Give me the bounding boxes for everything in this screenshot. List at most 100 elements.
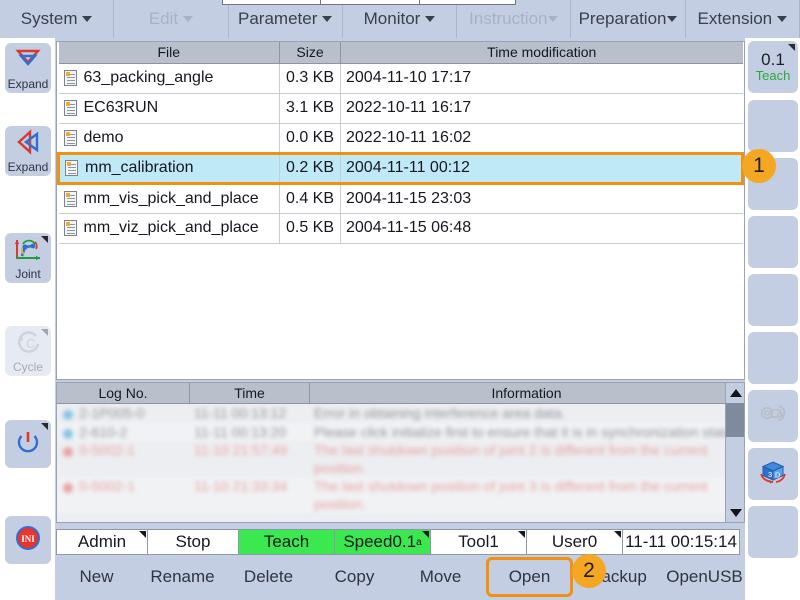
status-user-frame[interactable]: User0 <box>526 529 623 555</box>
sidebar-button-expand-down[interactable]: Expand <box>5 43 51 93</box>
teach-speed-value: 0.1 <box>761 50 785 70</box>
corner-marker-icon <box>614 531 621 538</box>
menu-item-extension[interactable]: Extension <box>685 0 800 38</box>
log-information: The last shutdown position of joint 3 is… <box>314 478 708 512</box>
sidebar-button-label: Expand <box>7 160 49 174</box>
file-row-selected[interactable]: mm_calibration 0.2 KB 2004-11-11 00:12 <box>57 151 744 185</box>
file-size-cell: 0.0 KB <box>279 123 341 154</box>
log-row[interactable]: 2-1P005-0 11-11 00:13:12 Error in obtain… <box>57 404 744 423</box>
file-time-cell: 2022-10-11 16:17 <box>340 93 743 124</box>
sidebar-button-initialize[interactable]: INI <box>5 516 51 564</box>
file-size-cell: 0.4 KB <box>279 183 341 214</box>
right-sidebar-button-handheld-teach[interactable] <box>748 390 798 442</box>
right-sidebar-button-blank-6[interactable] <box>748 506 798 558</box>
status-label: 11-11 00:15:14 <box>625 532 737 551</box>
file-row[interactable]: mm_viz_pick_and_place 0.5 KB 2004-11-15 … <box>58 213 743 244</box>
step-badge-2: 2 <box>572 554 606 588</box>
right-sidebar-button-blank-4[interactable] <box>748 274 798 326</box>
status-label: Stop <box>175 532 211 551</box>
right-sidebar-button-blank-3[interactable] <box>748 216 798 268</box>
file-time-cell: 2004-11-10 17:17 <box>340 63 743 94</box>
file-name-cell[interactable]: mm_calibration <box>57 151 280 185</box>
file-name-cell[interactable]: 63_packing_angle <box>58 63 280 94</box>
menu-item-label: Preparation <box>578 8 667 28</box>
file-row[interactable]: 63_packing_angle 0.3 KB 2004-11-10 17:17 <box>58 63 743 94</box>
right-sidebar-button-blank-1[interactable] <box>748 100 798 152</box>
file-size-cell: 0.3 KB <box>279 63 341 94</box>
log-column-header-time[interactable]: Time <box>190 383 310 403</box>
chevron-down-icon <box>777 15 788 22</box>
rename-button[interactable]: Rename <box>142 557 223 597</box>
log-time: 11-10 21:57:49 <box>194 442 288 458</box>
svg-text:INI: INI <box>21 534 35 544</box>
file-name-cell[interactable]: demo <box>58 123 280 154</box>
teach-pendant-screen: System Edit Parameter Monitor Instruction Pre… <box>0 0 800 600</box>
log-severity-dot-icon <box>63 483 73 493</box>
log-column-header-information[interactable]: Information <box>310 383 744 403</box>
log-information: Error in obtaining interference area dat… <box>314 405 566 421</box>
delete-button[interactable]: Delete <box>228 557 309 597</box>
log-severity-dot-icon <box>63 428 73 439</box>
corner-marker-icon <box>139 531 146 538</box>
right-sidebar-button-blank-5[interactable] <box>748 332 798 384</box>
log-scrollbar[interactable] <box>725 383 744 522</box>
status-mode[interactable]: Teach <box>238 529 335 555</box>
column-header-size[interactable]: Size <box>279 42 341 64</box>
chevron-down-icon <box>82 15 93 22</box>
menu-item-monitor[interactable]: Monitor <box>342 0 458 38</box>
new-button[interactable]: New <box>56 557 137 597</box>
status-user-role[interactable]: Admin <box>56 529 148 555</box>
right-sidebar-button-view-3d[interactable]: 3 D <box>748 448 798 500</box>
status-datetime[interactable]: 11-11 00:15:14 <box>622 529 740 555</box>
sidebar-button-joint[interactable]: Joint <box>5 233 51 283</box>
open-button[interactable]: Open <box>486 557 573 597</box>
chevron-double-left-icon <box>13 129 43 160</box>
copy-button[interactable]: Copy <box>314 557 395 597</box>
log-row[interactable]: 2-610-2 11-11 00:13:20 Please click init… <box>57 422 744 441</box>
status-label: User0 <box>551 532 598 551</box>
column-header-file[interactable]: File <box>58 42 280 64</box>
menu-item-preparation[interactable]: Preparation <box>571 0 686 38</box>
sidebar-button-expand-left[interactable]: Expand <box>5 126 51 176</box>
open-usb-button[interactable]: OpenUSB <box>664 557 745 597</box>
file-name-cell[interactable]: mm_vis_pick_and_place <box>58 183 280 214</box>
file-row[interactable]: demo 0.0 KB 2022-10-11 16:02 <box>58 123 743 154</box>
document-icon <box>63 190 77 207</box>
file-row[interactable]: mm_vis_pick_and_place 0.4 KB 2004-11-15 … <box>58 183 743 214</box>
main-menu-bar: System Edit Parameter Monitor Instruction Pre… <box>0 0 800 38</box>
document-icon <box>63 70 77 86</box>
corner-marker-icon <box>518 531 525 538</box>
file-table-header-row: File Size Time modification <box>58 42 743 64</box>
status-label: Teach <box>263 532 310 551</box>
chevron-down-icon <box>425 15 436 22</box>
log-column-header-no[interactable]: Log No. <box>57 383 190 403</box>
move-button[interactable]: Move <box>400 557 481 597</box>
menu-item-label: Monitor <box>363 8 421 28</box>
button-label: Open <box>508 567 551 586</box>
menu-item-parameter[interactable]: Parameter <box>228 0 343 38</box>
handheld-device-icon <box>758 401 788 432</box>
teach-speed-button[interactable]: 0.1 Teach <box>748 41 798 93</box>
scrollbar-thumb[interactable] <box>726 403 744 437</box>
scroll-down-icon[interactable] <box>726 503 744 522</box>
status-run-state[interactable]: Stop <box>147 529 239 555</box>
file-name-cell[interactable]: mm_viz_pick_and_place <box>58 213 280 244</box>
status-label: Tool1 <box>458 532 499 551</box>
status-speed[interactable]: Speed0.1 a <box>334 529 431 555</box>
log-row[interactable]: 0-5002-1 11-10 21:33:34 The last shutdow… <box>57 477 744 513</box>
scroll-up-icon[interactable] <box>726 383 744 402</box>
svg-text:3: 3 <box>768 470 772 479</box>
menu-item-label: Instruction <box>469 8 548 28</box>
log-row[interactable]: 0-5002-1 11-10 21:57:49 The last shutdow… <box>57 441 744 477</box>
robot-joint-icon <box>13 236 43 267</box>
column-header-time[interactable]: Time modification <box>340 42 743 64</box>
menu-item-system[interactable]: System <box>0 0 115 38</box>
sidebar-button-power[interactable] <box>5 420 51 468</box>
file-row[interactable]: EC63RUN 3.1 KB 2022-10-11 16:17 <box>58 93 743 124</box>
status-tool[interactable]: Tool1 <box>430 529 527 555</box>
power-icon <box>13 429 43 460</box>
file-time-cell: 2004-11-11 00:12 <box>340 151 744 185</box>
log-information: Please click initialize first to ensure … <box>314 423 737 440</box>
log-header-row: Log No. Time Information <box>57 383 744 404</box>
file-name-cell[interactable]: EC63RUN <box>58 93 280 124</box>
